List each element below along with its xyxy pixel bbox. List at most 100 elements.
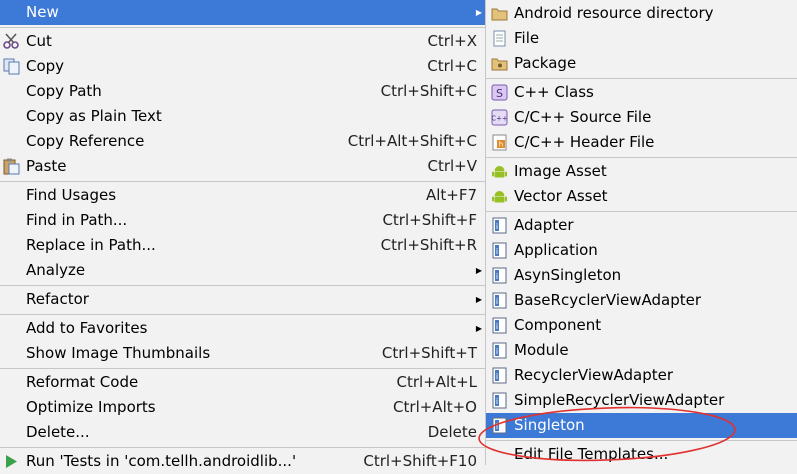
svg-text:C++: C++ [491,115,508,123]
menu-item-cut[interactable]: Cut Ctrl+X [0,29,485,54]
submenu-item-simplerecyclerviewadapter[interactable]: i SimpleRecyclerViewAdapter [486,388,797,413]
svg-text:i: i [496,247,498,256]
menu-separator [0,314,485,315]
submenu-item-application[interactable]: i Application [486,238,797,263]
menu-separator [0,285,485,286]
submenu-item-package[interactable]: Package [486,51,797,76]
submenu-arrow-icon: ▶ [475,8,482,17]
submenu-item-basercyclerviewadapter[interactable]: i BaseRcyclerViewAdapter [486,288,797,313]
svg-text:i: i [496,222,498,231]
menu-item-add-to-favorites[interactable]: Add to Favorites ▶ [0,316,485,341]
menu-item-reformat-code[interactable]: Reformat Code Ctrl+Alt+L [0,370,485,395]
menu-separator [0,27,485,28]
android-icon [492,166,507,178]
template-icon: i [492,292,507,309]
submenu-item-label: BaseRcyclerViewAdapter [514,291,701,309]
submenu-item-image-asset[interactable]: Image Asset [486,159,797,184]
folder-icon [491,8,508,21]
menu-item-shortcut: Ctrl+V [427,157,477,175]
svg-text:i: i [496,297,498,306]
submenu-item-component[interactable]: i Component [486,313,797,338]
menu-item-label: Copy Path [26,82,102,100]
menu-item-new[interactable]: New ▶ [0,0,485,25]
submenu-item-label: C/C++ Source File [514,108,652,126]
menu-item-replace-in-path[interactable]: Replace in Path... Ctrl+Shift+R [0,233,485,258]
submenu-item-singleton[interactable]: i Singleton [486,413,797,438]
menu-item-label: Show Image Thumbnails [26,344,211,362]
cpp-class-icon: S [491,84,508,101]
menu-item-label: Copy [26,57,65,75]
menu-item-shortcut: Ctrl+Alt+Shift+C [347,132,477,150]
menu-item-analyze[interactable]: Analyze ▶ [0,258,485,283]
menu-item-shortcut: Ctrl+Shift+R [380,236,477,254]
submenu-item-android-resource-directory[interactable]: Android resource directory [486,1,797,26]
menu-item-shortcut: Ctrl+Shift+F10 [363,452,477,470]
template-icon: i [492,217,507,234]
submenu-item-label: Application [514,241,598,259]
menu-item-paste[interactable]: Paste Ctrl+V [0,154,485,179]
submenu-arrow-icon: ▶ [475,324,482,333]
menu-item-run-tests[interactable]: Run 'Tests in 'com.tellh.androidlib...' … [0,449,485,474]
menu-item-shortcut: Ctrl+C [427,57,477,75]
menu-item-label: Add to Favorites [26,319,148,337]
file-icon [493,30,506,47]
template-icon: i [492,267,507,284]
menu-item-label: Find Usages [26,186,117,204]
menu-item-delete[interactable]: Delete... Delete [0,420,485,445]
template-icon: i [492,242,507,259]
submenu-item-cpp-class[interactable]: S C++ Class [486,80,797,105]
submenu-item-label: Android resource directory [514,4,714,22]
copy-icon [3,58,20,75]
menu-item-label: Paste [26,157,67,175]
submenu-item-asynsingleton[interactable]: i AsynSingleton [486,263,797,288]
menu-separator [486,211,797,212]
menu-item-shortcut: Ctrl+Shift+C [380,82,477,100]
menu-item-label: Cut [26,32,52,50]
submenu-item-cpp-header-file[interactable]: h C/C++ Header File [486,130,797,155]
menu-item-label: New [26,3,59,21]
submenu-item-vector-asset[interactable]: Vector Asset [486,184,797,209]
svg-text:i: i [496,422,498,431]
menu-separator [0,447,485,448]
menu-item-label: Reformat Code [26,373,139,391]
submenu-item-label: Package [514,54,577,72]
template-icon: i [492,392,507,409]
menu-item-optimize-imports[interactable]: Optimize Imports Ctrl+Alt+O [0,395,485,420]
svg-text:h: h [499,141,503,149]
submenu-item-label: Singleton [514,416,585,434]
menu-item-copy-path[interactable]: Copy Path Ctrl+Shift+C [0,79,485,104]
menu-item-label: Find in Path... [26,211,128,229]
submenu-item-label: C++ Class [514,83,594,101]
menu-item-shortcut: Ctrl+Alt+L [396,373,478,391]
new-submenu: Android resource directory File Package … [485,0,797,465]
submenu-item-cpp-source-file[interactable]: C++ C/C++ Source File [486,105,797,130]
svg-text:i: i [496,397,498,406]
menu-item-copy-plain-text[interactable]: Copy as Plain Text [0,104,485,129]
menu-item-copy-reference[interactable]: Copy Reference Ctrl+Alt+Shift+C [0,129,485,154]
svg-text:i: i [496,322,498,331]
submenu-item-file[interactable]: File [486,26,797,51]
submenu-item-label: SimpleRecyclerViewAdapter [514,391,725,409]
submenu-item-adapter[interactable]: i Adapter [486,213,797,238]
submenu-item-edit-file-templates[interactable]: Edit File Templates... [486,442,797,467]
submenu-item-recyclerviewadapter[interactable]: i RecyclerViewAdapter [486,363,797,388]
menu-item-show-image-thumbnails[interactable]: Show Image Thumbnails Ctrl+Shift+T [0,341,485,366]
menu-item-label: Copy as Plain Text [26,107,162,125]
menu-item-refactor[interactable]: Refactor ▶ [0,287,485,312]
cpp-header-icon: h [492,134,507,151]
menu-separator [486,440,797,441]
svg-text:S: S [496,87,503,100]
submenu-item-label: Component [514,316,602,334]
menu-item-find-usages[interactable]: Find Usages Alt+F7 [0,183,485,208]
template-icon: i [492,417,507,434]
menu-item-shortcut: Ctrl+Alt+O [393,398,477,416]
scissors-icon [3,33,19,49]
template-icon: i [492,342,507,359]
cpp-source-icon: C++ [491,109,508,126]
submenu-item-label: Adapter [514,216,574,234]
menu-separator [486,157,797,158]
menu-item-find-in-path[interactable]: Find in Path... Ctrl+Shift+F [0,208,485,233]
menu-item-label: Copy Reference [26,132,145,150]
submenu-item-module[interactable]: i Module [486,338,797,363]
menu-item-copy[interactable]: Copy Ctrl+C [0,54,485,79]
